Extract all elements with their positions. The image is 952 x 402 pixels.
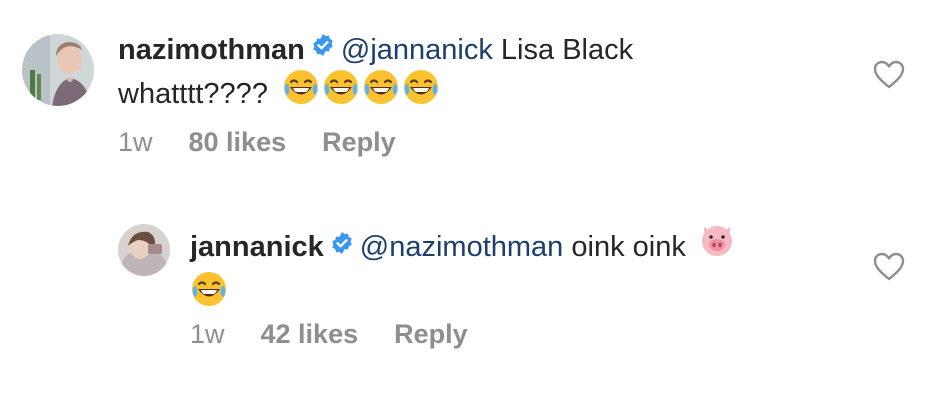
likes-count[interactable]: 42 likes [261,319,359,349]
verified-badge-icon [311,28,335,68]
reply-button[interactable]: Reply [394,319,468,349]
comment-time: 1w [190,319,225,349]
comment-time: 1w [118,127,153,157]
comment-meta: 1w 42 likes Reply [190,317,504,351]
comment-text: oink oink [563,231,686,264]
comment-text: Lisa Black [492,34,634,66]
comment-meta: 1w 80 likes Reply [118,125,432,159]
heart-outline-icon[interactable] [873,60,905,90]
comment-nazimothman: nazimothman @jannanick Lisa Black whatttt… [0,0,952,180]
laughing-tears-emoji [402,68,440,117]
laughing-tears-emoji [282,68,320,117]
heart-outline-icon[interactable] [873,252,905,282]
comment-username[interactable]: nazimothman [118,34,305,66]
avatar[interactable] [22,34,94,106]
reply-button[interactable]: Reply [322,127,396,157]
avatar[interactable] [118,224,170,276]
pig-face-emoji [698,221,736,270]
likes-count[interactable]: 80 likes [189,127,287,157]
comment-body: nazimothman @jannanick Lisa Black whatttt… [118,30,633,120]
verified-badge-icon [330,226,354,266]
mention-link[interactable]: @jannanick [341,34,493,66]
comment-text-line2: whatttt???? [118,78,268,111]
comment-jannanick: jannanick @nazimothman oink oink 1w 42 lik… [0,180,952,402]
laughing-tears-emoji [322,68,360,117]
comment-body: jannanick @nazimothman oink oink [190,224,736,322]
mention-link[interactable]: @nazimothman [360,231,564,263]
comment-username[interactable]: jannanick [190,231,324,263]
laughing-tears-emoji [190,270,228,319]
laughing-tears-emoji [362,68,400,117]
